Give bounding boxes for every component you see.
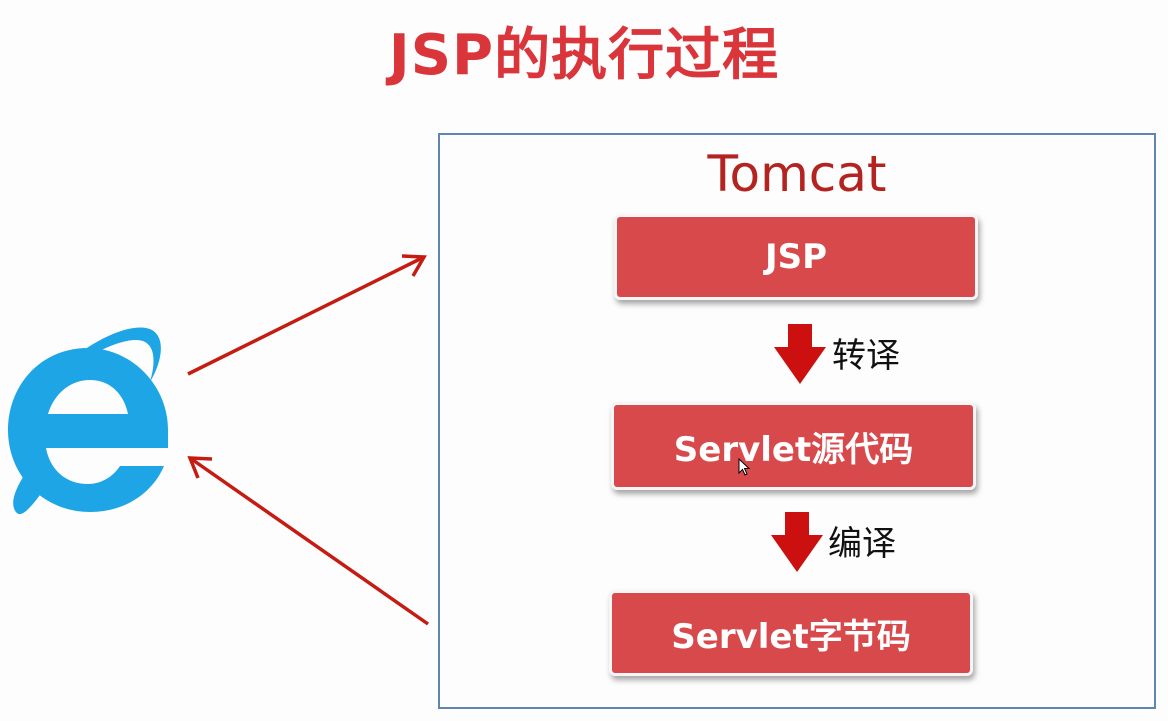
internet-explorer-icon — [8, 327, 168, 515]
request-arrow — [187, 254, 427, 376]
response-arrow — [187, 456, 430, 626]
down-arrow-compile — [771, 512, 823, 572]
diagram-overlay — [8, 254, 826, 626]
down-arrow-translate — [774, 324, 826, 384]
mouse-pointer-icon — [738, 458, 751, 476]
